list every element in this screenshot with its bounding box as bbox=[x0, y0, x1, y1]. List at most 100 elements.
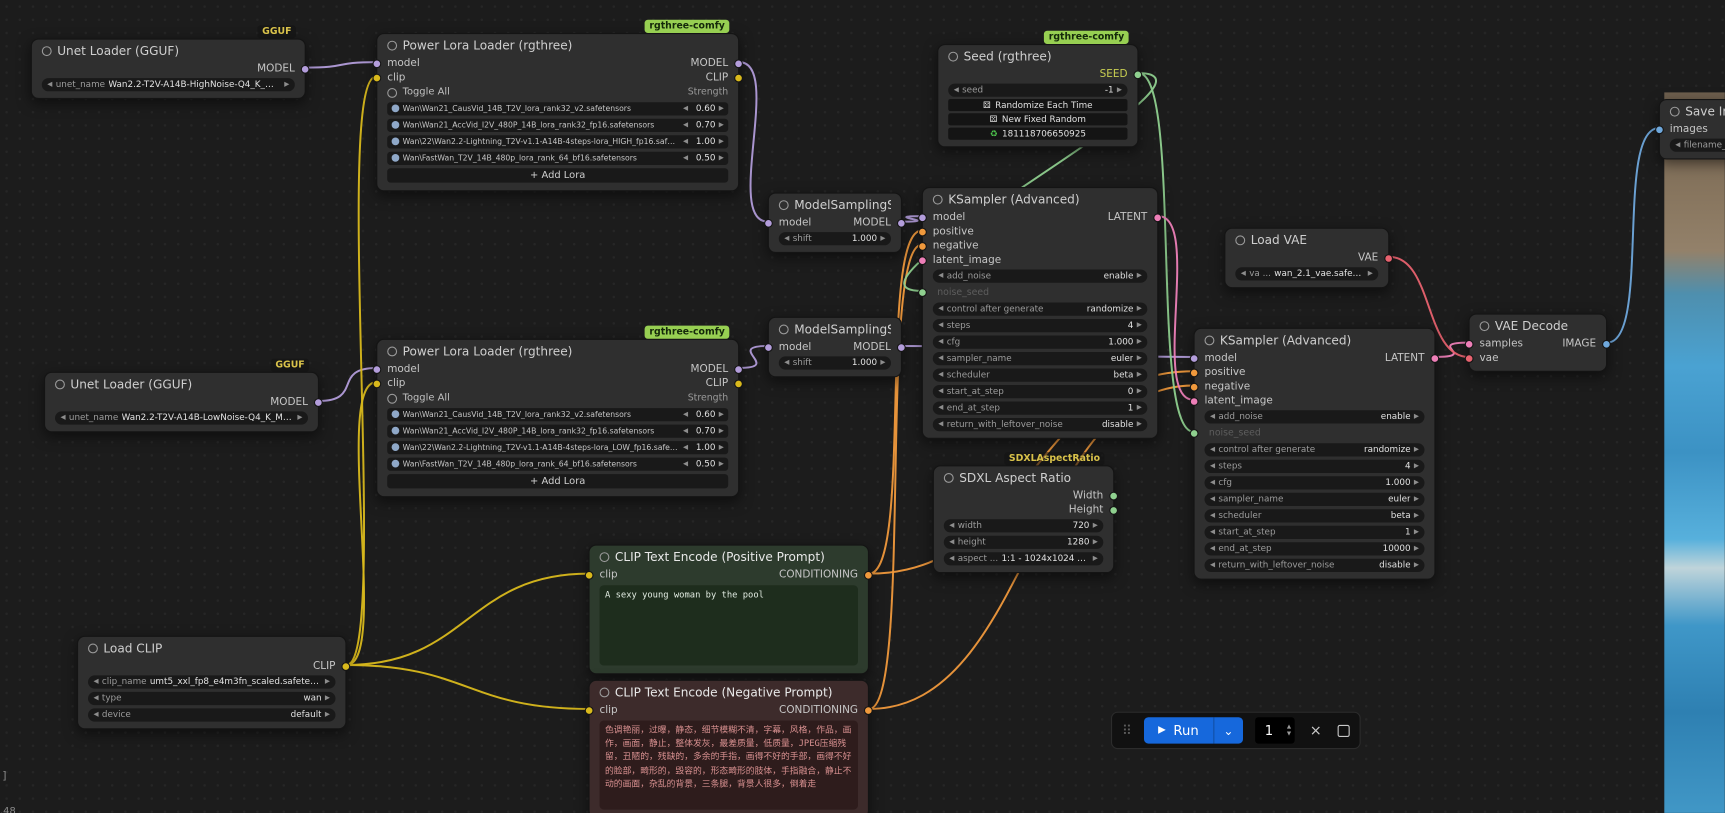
collapse-icon[interactable] bbox=[1204, 334, 1215, 345]
lora-enabled-toggle[interactable] bbox=[391, 154, 400, 162]
decrement-arrow-icon[interactable]: ◀ bbox=[61, 414, 66, 421]
node-ms2[interactable]: ModelSamplingSD3 model MODEL ◀shift 1.000▶ bbox=[764, 316, 906, 378]
collapse-icon[interactable] bbox=[943, 472, 954, 483]
model-input-port[interactable] bbox=[372, 364, 382, 374]
collapse-icon[interactable] bbox=[55, 378, 65, 389]
node-titlebar[interactable]: ModelSamplingSD3 bbox=[769, 318, 901, 340]
decrement-arrow-icon[interactable]: ◀ bbox=[949, 554, 954, 562]
decrement-arrow-icon[interactable]: ◀ bbox=[1210, 512, 1215, 519]
collapse-icon[interactable] bbox=[41, 45, 52, 56]
node-seed[interactable]: rgthree-comfy Seed (rgthree) SEED ◀ seed -1 ▶ ⚄… bbox=[937, 30, 1143, 148]
collapse-icon[interactable] bbox=[599, 686, 610, 697]
increment-arrow-icon[interactable]: ▶ bbox=[1137, 338, 1142, 345]
increment-arrow-icon[interactable]: ▶ bbox=[1137, 321, 1142, 329]
collapse-icon[interactable] bbox=[1669, 106, 1680, 117]
lora-row[interactable]: Wan\Wan21_AccVid_I2V_480P_14B_lora_rank3… bbox=[387, 424, 729, 438]
clip-input-port[interactable] bbox=[584, 705, 594, 715]
node-ks1[interactable]: KSampler (Advanced) model LATENT positive ne… bbox=[918, 187, 1163, 439]
lora-enabled-toggle[interactable] bbox=[391, 459, 400, 468]
lora-row[interactable]: Wan\Wan21_AccVid_I2V_480P_14B_lora_rank3… bbox=[387, 118, 729, 132]
increment-arrow-icon[interactable]: ▶ bbox=[1137, 371, 1142, 378]
decrement-arrow-icon[interactable]: ◀ bbox=[949, 521, 954, 529]
clip-output-port[interactable] bbox=[341, 661, 351, 671]
latent-output-port[interactable] bbox=[1430, 353, 1440, 363]
increment-arrow-icon[interactable]: ▶ bbox=[1137, 272, 1142, 279]
collapse-icon[interactable] bbox=[778, 199, 789, 210]
decrement-arrow-icon[interactable]: ◀ bbox=[94, 678, 99, 685]
decrement-arrow-icon[interactable]: ◀ bbox=[683, 105, 688, 112]
conditioning-output-port[interactable] bbox=[863, 705, 873, 715]
drag-handle-icon[interactable]: ⠿ bbox=[1122, 724, 1132, 737]
increment-arrow-icon[interactable]: ▶ bbox=[880, 359, 885, 366]
widget-scheduler[interactable]: ◀ scheduler beta ▶ bbox=[932, 367, 1148, 382]
decrement-arrow-icon[interactable]: ◀ bbox=[938, 305, 943, 312]
button-add-lora[interactable]: + Add Lora bbox=[387, 168, 729, 183]
node-pl1[interactable]: rgthree-comfy Power Lora Loader (rgthree)… bbox=[372, 19, 743, 192]
samples-input-port[interactable] bbox=[1464, 339, 1474, 349]
lora-enabled-toggle[interactable] bbox=[391, 443, 400, 451]
collapse-icon[interactable] bbox=[387, 40, 398, 51]
increment-arrow-icon[interactable]: ▶ bbox=[1137, 387, 1142, 395]
node-titlebar[interactable]: Load CLIP bbox=[78, 637, 345, 659]
negative-input-port[interactable] bbox=[918, 241, 927, 251]
clear-queue-button[interactable]: × bbox=[1307, 722, 1326, 739]
run-options-dropdown-button[interactable]: ⌄ bbox=[1213, 717, 1243, 744]
decrement-arrow-icon[interactable]: ◀ bbox=[784, 234, 789, 242]
widget-steps[interactable]: ◀ steps 4 ▶ bbox=[1204, 459, 1425, 473]
decrement-arrow-icon[interactable]: ◀ bbox=[938, 338, 943, 345]
decrement-arrow-icon[interactable]: ◀ bbox=[938, 272, 943, 279]
increment-arrow-icon[interactable]: ▶ bbox=[1414, 462, 1419, 470]
increment-arrow-icon[interactable]: ▶ bbox=[719, 443, 724, 451]
model-output-port[interactable] bbox=[734, 58, 743, 68]
decrement-arrow-icon[interactable]: ◀ bbox=[1210, 446, 1215, 453]
increment-arrow-icon[interactable]: ▶ bbox=[1414, 495, 1419, 503]
model-output-port[interactable] bbox=[896, 342, 906, 352]
node-saveimage[interactable]: Save Image images ◀filename_pre▶ bbox=[1655, 99, 1725, 160]
widget-seed[interactable]: ◀ seed -1 ▶ bbox=[948, 83, 1128, 97]
widget-shift[interactable]: ◀ shift 1.000 ▶ bbox=[778, 355, 891, 370]
widget-return-with-leftover-noise[interactable]: ◀ return_with_leftover_noise disable ▶ bbox=[1204, 558, 1425, 572]
decrement-arrow-icon[interactable]: ◀ bbox=[938, 321, 943, 329]
run-button[interactable]: ▶ Run bbox=[1144, 717, 1213, 743]
lora-row[interactable]: Wan\Wan21_CausVid_14B_T2V_lora_rank32_v2… bbox=[387, 101, 729, 115]
widget-add-noise[interactable]: ◀ add_noise enable ▶ bbox=[1204, 409, 1425, 423]
increment-arrow-icon[interactable]: ▶ bbox=[1137, 420, 1142, 428]
node-titlebar[interactable]: CLIP Text Encode (Positive Prompt) bbox=[590, 546, 868, 568]
node-tepos[interactable]: CLIP Text Encode (Positive Prompt) clip CO… bbox=[584, 544, 873, 675]
increment-arrow-icon[interactable]: ▶ bbox=[719, 121, 724, 129]
decrement-arrow-icon[interactable]: ◀ bbox=[938, 354, 943, 362]
collapse-icon[interactable] bbox=[932, 194, 943, 205]
collapse-icon[interactable] bbox=[778, 323, 789, 334]
increment-arrow-icon[interactable]: ▶ bbox=[1368, 270, 1373, 277]
decrement-arrow-icon[interactable]: ◀ bbox=[1210, 462, 1215, 470]
button-randomize-each-time[interactable]: ⚄ Randomize Each Time bbox=[948, 99, 1128, 112]
node-titlebar[interactable]: Power Lora Loader (rgthree) bbox=[377, 340, 738, 362]
increment-arrow-icon[interactable]: ▶ bbox=[325, 711, 330, 718]
increment-arrow-icon[interactable]: ▶ bbox=[1093, 521, 1098, 529]
node-titlebar[interactable]: KSampler (Advanced) bbox=[1195, 329, 1435, 351]
widget-unet-name[interactable]: ◀ unet_name Wan2.2-T2V-A14B-LowNoise-Q4_K_… bbox=[55, 410, 308, 425]
node-sdxl[interactable]: SDXLAspectRatio SDXL Aspect Ratio Width Hei… bbox=[932, 452, 1119, 574]
decrement-arrow-icon[interactable]: ◀ bbox=[938, 387, 943, 395]
decrement-arrow-icon[interactable]: ◀ bbox=[1241, 270, 1246, 277]
collapse-icon[interactable] bbox=[1479, 320, 1490, 331]
widget-shift[interactable]: ◀ shift 1.000 ▶ bbox=[778, 231, 891, 245]
node-loadclip[interactable]: Load CLIP CLIP ◀ clip_name umt5_xxl_fp8_e4m3… bbox=[77, 635, 351, 730]
noise-seed-input-port[interactable] bbox=[1189, 428, 1199, 438]
increment-arrow-icon[interactable]: ▶ bbox=[284, 80, 289, 88]
negative-input-port[interactable] bbox=[1189, 382, 1199, 392]
lora-enabled-toggle[interactable] bbox=[391, 121, 400, 129]
decrement-arrow-icon[interactable]: ◀ bbox=[683, 154, 688, 162]
model-input-port[interactable] bbox=[764, 218, 773, 228]
widget-start-at-step[interactable]: ◀ start_at_step 0 ▶ bbox=[932, 384, 1148, 398]
node-titlebar[interactable]: Load VAE bbox=[1225, 229, 1388, 251]
lora-enabled-toggle[interactable] bbox=[391, 137, 400, 146]
increment-arrow-icon[interactable]: ▶ bbox=[719, 460, 724, 467]
clip-input-port[interactable] bbox=[584, 570, 594, 580]
node-ks2[interactable]: KSampler (Advanced) model LATENT positive ne… bbox=[1189, 327, 1440, 580]
decrement-arrow-icon[interactable]: ◀ bbox=[1675, 141, 1680, 148]
node-unet2[interactable]: GGUF Unet Loader (GGUF) MODEL ◀ unet_name Wan… bbox=[44, 358, 323, 433]
node-titlebar[interactable]: Unet Loader (GGUF) bbox=[45, 373, 318, 395]
model-output-port[interactable] bbox=[896, 218, 906, 228]
model-output-port[interactable] bbox=[313, 397, 323, 407]
